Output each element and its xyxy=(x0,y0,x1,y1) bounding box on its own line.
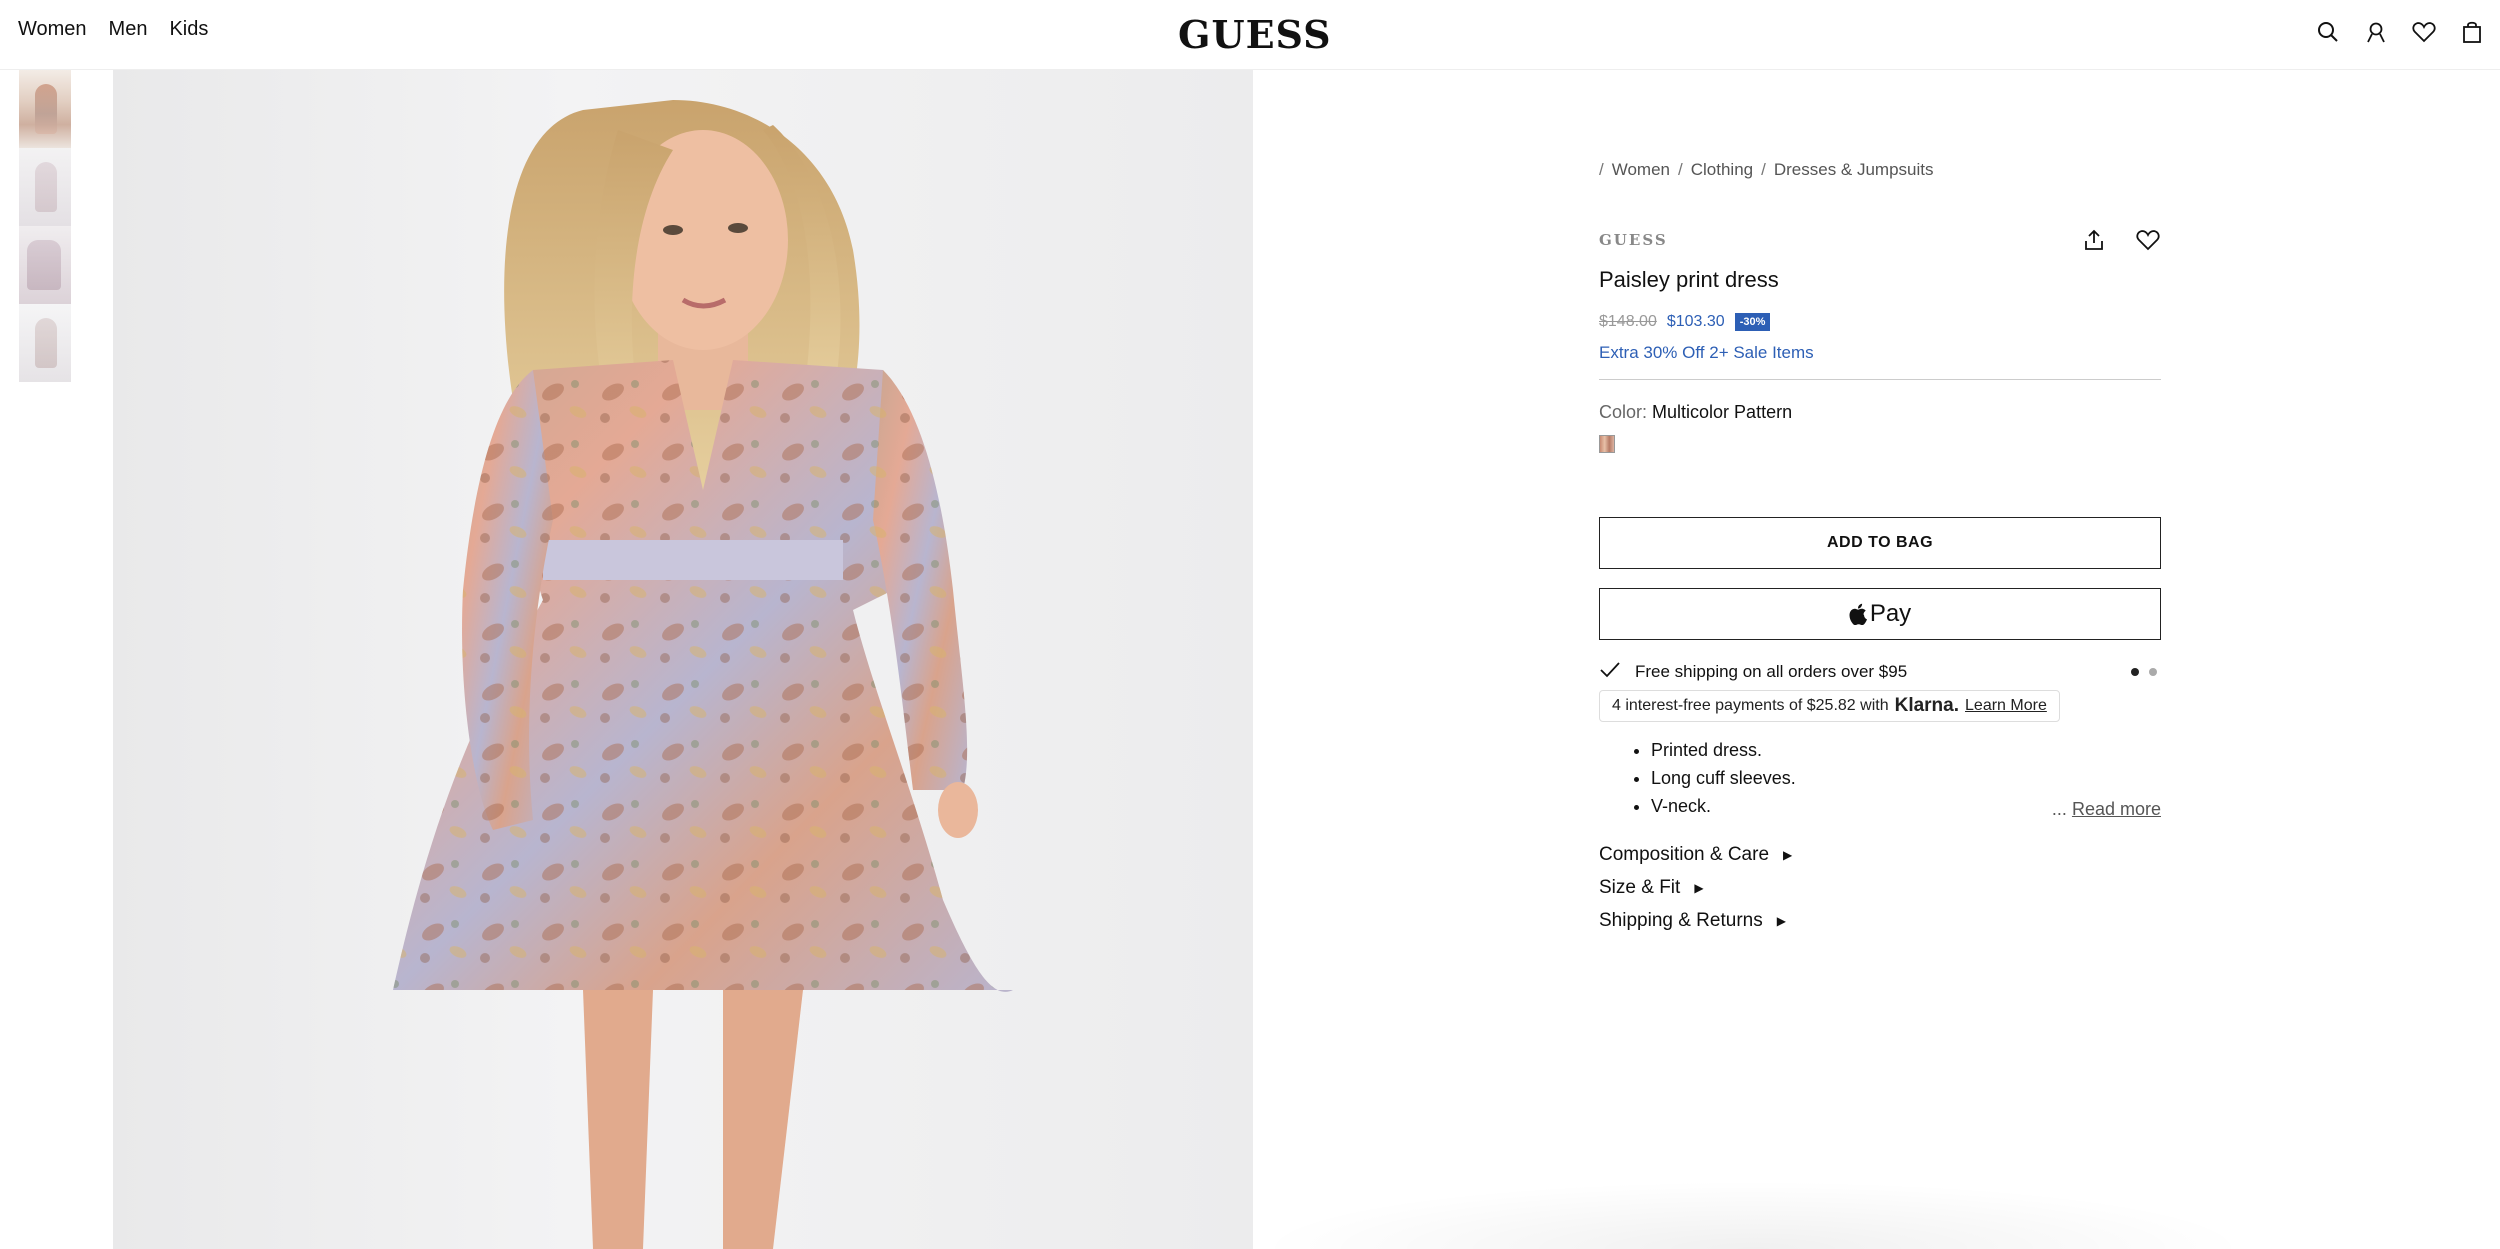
breadcrumb-dresses[interactable]: Dresses & Jumpsuits xyxy=(1774,160,1934,180)
thumbnail-2[interactable] xyxy=(19,148,71,226)
search-icon[interactable] xyxy=(2314,18,2342,46)
share-icon[interactable] xyxy=(2081,227,2107,253)
shipping-text: Free shipping on all orders over $95 xyxy=(1635,662,1908,681)
description-item: Printed dress. xyxy=(1651,736,2161,764)
nav-women[interactable]: Women xyxy=(18,18,87,41)
main-nav: Women Men Kids xyxy=(18,18,208,41)
description: Printed dress. Long cuff sleeves. V-neck… xyxy=(1599,736,2161,820)
checkmark-icon xyxy=(1599,661,1621,684)
breadcrumb: / Women / Clothing / Dresses & Jumpsuits xyxy=(1599,160,1934,180)
divider xyxy=(1599,379,2161,380)
apple-icon xyxy=(1849,603,1867,625)
sale-price: $103.30 xyxy=(1666,313,1725,330)
wishlist-icon[interactable] xyxy=(2410,18,2438,46)
favorite-icon[interactable] xyxy=(2135,227,2161,253)
guess-logo[interactable]: GUESS xyxy=(1178,12,1332,57)
klarna-text: 4 interest-free payments of $25.82 with xyxy=(1612,697,1889,714)
accordion-label: Composition & Care xyxy=(1599,843,1770,865)
accordion-composition-care[interactable]: Composition & Care ▶ xyxy=(1599,838,2161,871)
description-item: Long cuff sleeves. xyxy=(1651,764,2161,792)
nav-men[interactable]: Men xyxy=(109,18,148,41)
promo-text: Extra 30% Off 2+ Sale Items xyxy=(1599,343,1814,362)
carousel-dots xyxy=(2131,668,2157,676)
klarna-banner: 4 interest-free payments of $25.82 with … xyxy=(1599,690,2060,722)
thumbnail-1[interactable] xyxy=(19,70,71,148)
triangle-right-icon: ▶ xyxy=(1694,880,1704,895)
product-main-image[interactable] xyxy=(113,70,1253,1249)
thumbnail-4[interactable] xyxy=(19,304,71,382)
breadcrumb-women[interactable]: Women xyxy=(1612,160,1670,180)
color-swatch-multicolor[interactable] xyxy=(1599,435,1615,453)
color-label: Color: xyxy=(1599,402,1648,422)
product-accordion: Composition & Care ▶ Size & Fit ▶ Shippi… xyxy=(1599,838,2161,937)
page-shadow xyxy=(1253,1180,2253,1249)
account-icon[interactable] xyxy=(2362,18,2390,46)
shipping-banner: Free shipping on all orders over $95 xyxy=(1599,660,2161,684)
original-price: $148.00 xyxy=(1599,313,1657,330)
thumbnail-strip xyxy=(19,70,71,382)
triangle-right-icon: ▶ xyxy=(1783,847,1793,862)
discount-badge: -30% xyxy=(1734,313,1771,331)
color-selector: Color: Multicolor Pattern xyxy=(1599,402,2161,453)
product-brand: GUESS xyxy=(1599,231,1668,249)
bag-icon[interactable] xyxy=(2458,18,2486,46)
nav-kids[interactable]: Kids xyxy=(169,18,208,41)
read-more: ... Read more xyxy=(2052,799,2161,820)
triangle-right-icon: ▶ xyxy=(1776,913,1786,928)
read-more-ellipsis: ... xyxy=(2051,799,2067,819)
accordion-size-fit[interactable]: Size & Fit ▶ xyxy=(1599,871,2161,904)
read-more-link[interactable]: Read more xyxy=(2072,799,2161,819)
breadcrumb-clothing[interactable]: Clothing xyxy=(1691,160,1753,180)
carousel-dot-1[interactable] xyxy=(2131,668,2139,676)
price-row: $148.00 $103.30 -30% xyxy=(1599,313,2161,331)
accordion-shipping-returns[interactable]: Shipping & Returns ▶ xyxy=(1599,904,2161,937)
product-title: Paisley print dress xyxy=(1599,267,1779,292)
apple-pay-button[interactable]: Pay xyxy=(1599,588,2161,640)
add-to-bag-button[interactable]: ADD TO BAG xyxy=(1599,517,2161,569)
accordion-label: Size & Fit xyxy=(1599,876,1681,898)
color-value: Multicolor Pattern xyxy=(1652,402,1793,422)
thumbnail-3[interactable] xyxy=(19,226,71,304)
site-header: Women Men Kids GUESS xyxy=(0,0,2500,70)
accordion-label: Shipping & Returns xyxy=(1599,909,1763,931)
product-actions xyxy=(2081,227,2161,253)
model-photo xyxy=(393,100,1013,1249)
product-details: / Women / Clothing / Dresses & Jumpsuits… xyxy=(1599,160,2161,937)
brand-row: GUESS xyxy=(1599,227,2161,255)
header-icons xyxy=(2314,18,2486,46)
klarna-logo: Klarna. xyxy=(1894,695,1960,716)
pay-label: Pay xyxy=(1869,600,1912,627)
carousel-dot-2[interactable] xyxy=(2149,668,2157,676)
klarna-learn-more-link[interactable]: Learn More xyxy=(1965,697,2047,715)
